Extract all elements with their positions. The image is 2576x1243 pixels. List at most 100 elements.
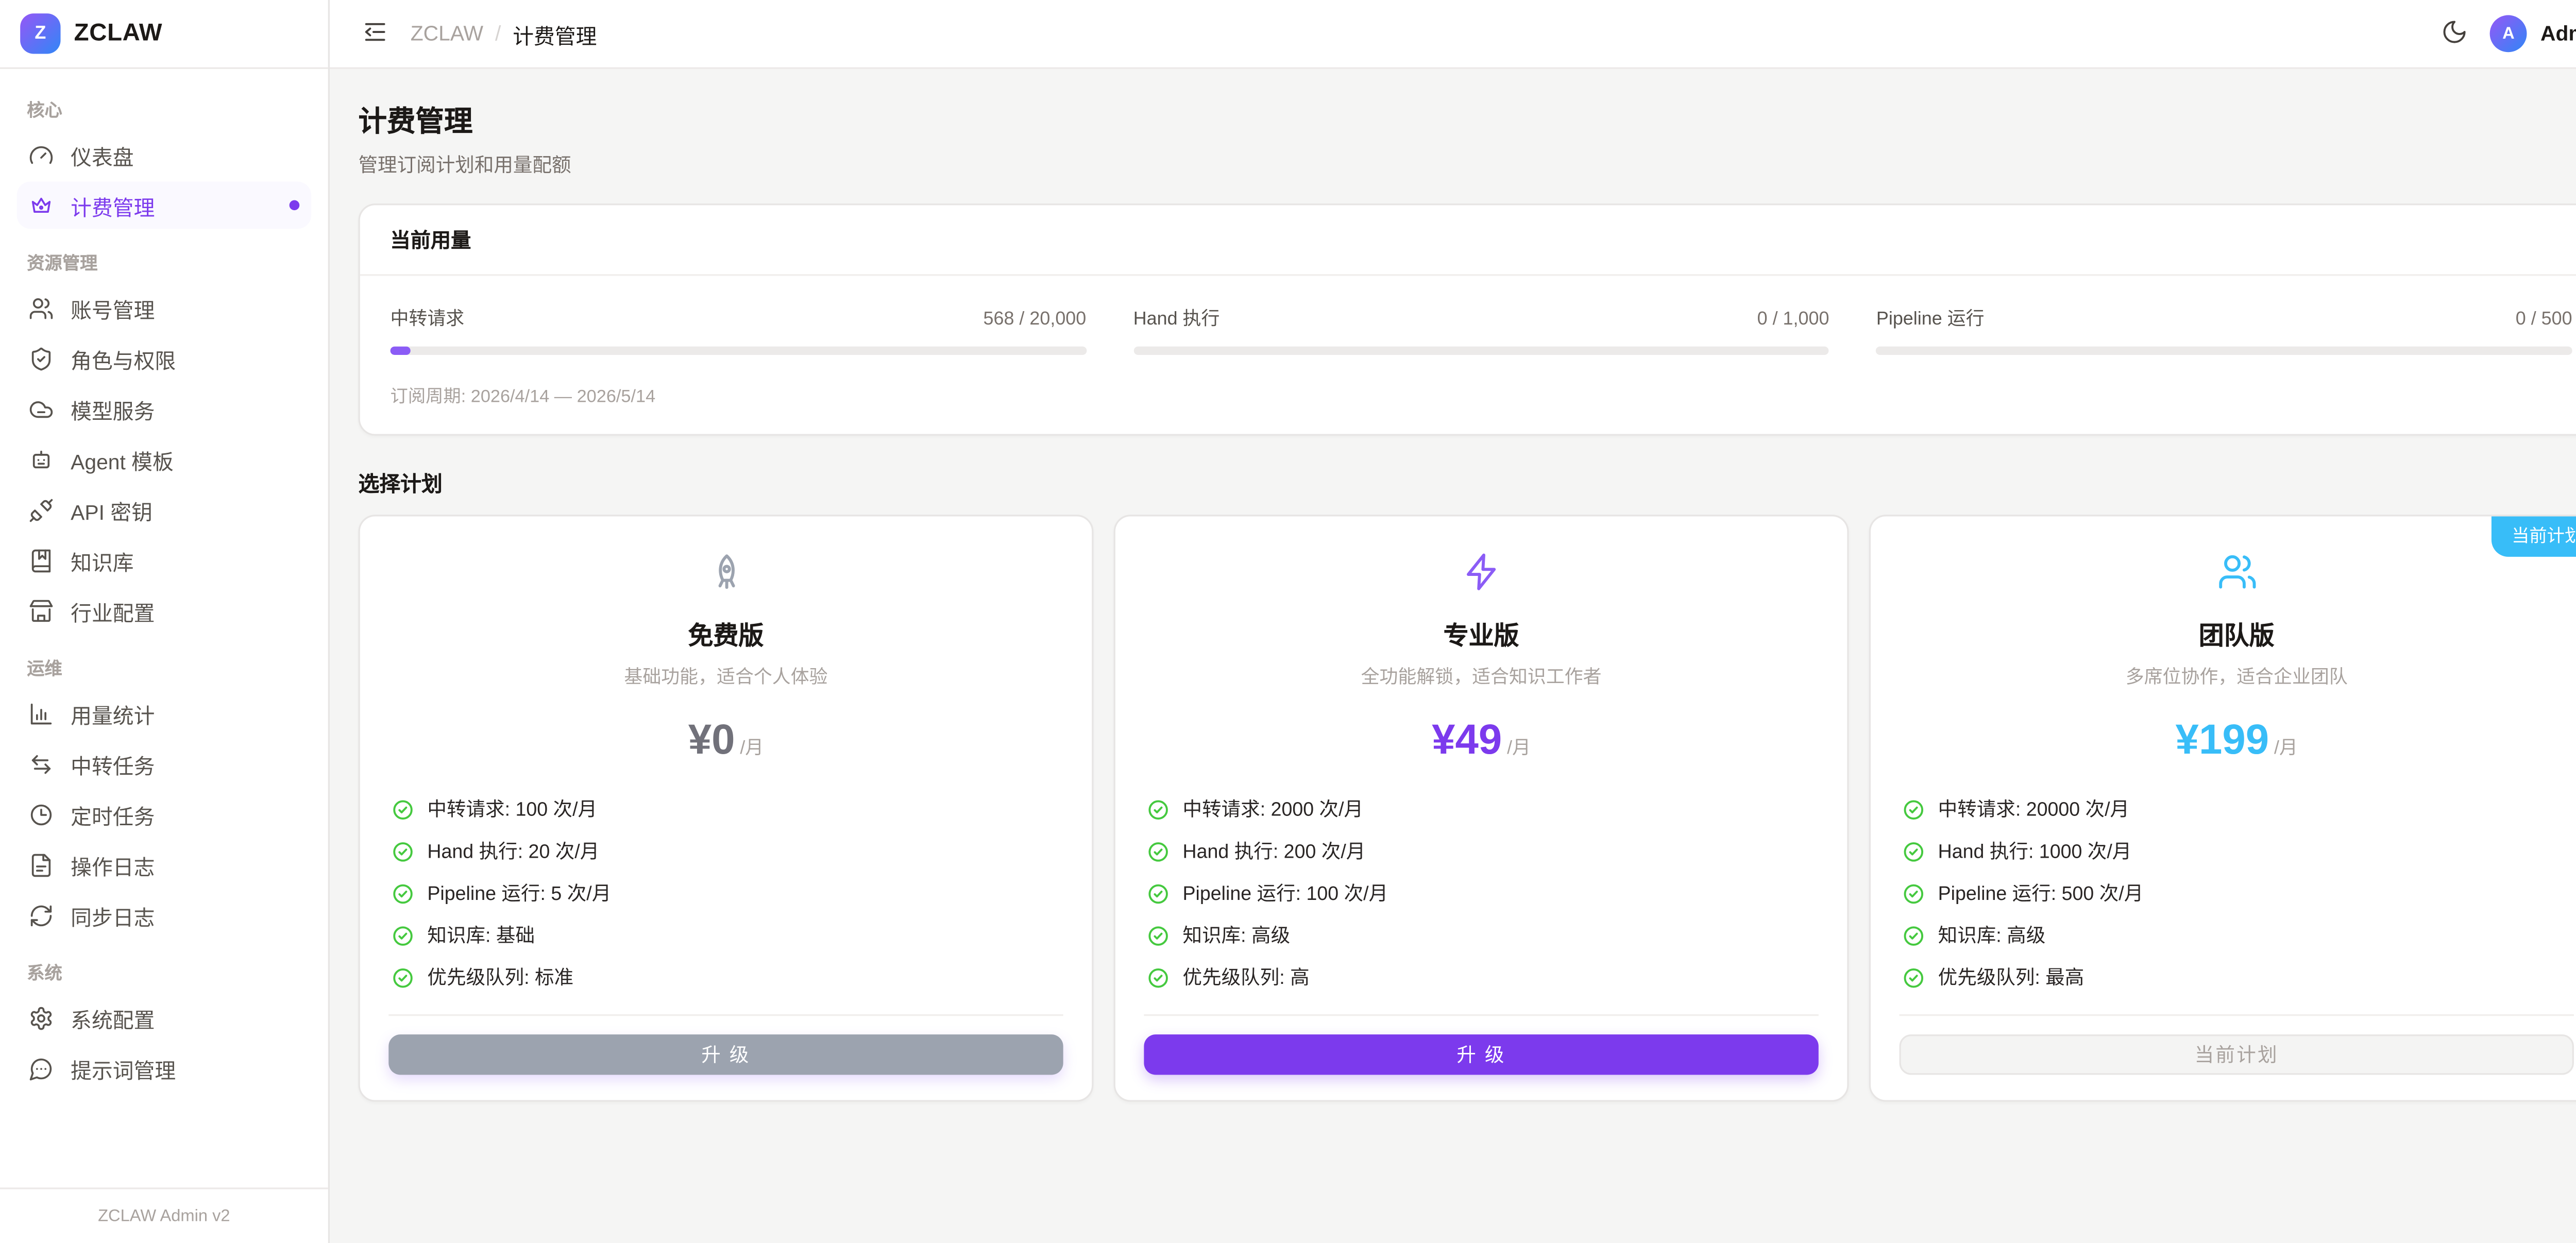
plan-feature-text: 知识库: 高级 (1183, 922, 1291, 948)
check-circle-icon (392, 798, 414, 820)
check-circle-icon (1903, 966, 1924, 988)
team-users-icon (2216, 552, 2257, 592)
sidebar-item-label: 定时任务 (71, 798, 155, 830)
message-icon (29, 1055, 54, 1081)
sidebar-nav: 核心仪表盘计费管理资源管理账号管理角色与权限模型服务Agent 模板API 密钥… (0, 69, 328, 1102)
plan-feature-text: 中转请求: 2000 次/月 (1183, 795, 1364, 822)
sidebar-item-label: 同步日志 (71, 899, 155, 931)
sidebar-item-label: 知识库 (71, 544, 134, 576)
progress-bar-fill (391, 347, 410, 355)
sidebar-item-label: 仪表盘 (71, 139, 134, 171)
breadcrumb-root-link[interactable]: ZCLAW (411, 22, 483, 45)
check-circle-icon (1903, 882, 1924, 904)
plan-name: 专业版 (1144, 617, 1818, 653)
plan-feature: 知识库: 基础 (392, 922, 1060, 948)
moon-icon (2441, 18, 2468, 49)
plan-price: ¥0/月 (388, 717, 1063, 765)
plan-feature-text: 中转请求: 100 次/月 (427, 795, 597, 822)
user-menu[interactable]: A Admin (2490, 15, 2576, 52)
sidebar-item[interactable]: 同步日志 (17, 892, 311, 939)
theme-toggle-button[interactable] (2441, 18, 2468, 49)
plan-feature-text: 优先级队列: 最高 (1938, 964, 2084, 991)
progress-bar-track (1133, 347, 1829, 355)
sidebar-item[interactable]: 行业配置 (17, 587, 311, 634)
check-circle-icon (392, 924, 414, 946)
plan-feature-text: Hand 执行: 200 次/月 (1183, 838, 1366, 864)
current-plan-badge: 当前计划 (2492, 516, 2576, 556)
plan-feature-text: 知识库: 基础 (427, 922, 535, 948)
sidebar-item-label: 用量统计 (71, 697, 155, 729)
breadcrumb: ZCLAW / 计费管理 (411, 18, 597, 49)
plan-divider (1900, 1014, 2574, 1016)
book-icon (29, 548, 54, 573)
plan-price: ¥199/月 (1900, 717, 2574, 765)
sidebar-item[interactable]: 角色与权限 (17, 335, 311, 382)
sidebar-item-label: 提示词管理 (71, 1052, 176, 1084)
brand-logo-letter: Z (35, 24, 46, 44)
plan-tagline: 基础功能，适合个人体验 (388, 663, 1063, 690)
sidebar-item[interactable]: API 密钥 (17, 486, 311, 533)
brand-logo: Z (20, 13, 60, 54)
nav-section-label: 运维 (27, 656, 301, 681)
crown-icon (29, 193, 54, 218)
sidebar-item-label: 行业配置 (71, 594, 155, 626)
active-indicator-dot (290, 200, 300, 211)
plan-card: 当前计划团队版多席位协作，适合企业团队¥199/月中转请求: 20000 次/月… (1869, 515, 2576, 1102)
plan-cards: 免费版基础功能，适合个人体验¥0/月中转请求: 100 次/月Hand 执行: … (359, 515, 2576, 1129)
zap-icon (1461, 552, 1501, 592)
check-circle-icon (1903, 798, 1924, 820)
plan-feature-list: 中转请求: 100 次/月Hand 执行: 20 次/月Pipeline 运行:… (388, 795, 1063, 991)
sidebar-item[interactable]: 提示词管理 (17, 1045, 311, 1092)
plan-feature: 优先级队列: 高 (1147, 964, 1815, 991)
sidebar-item[interactable]: 系统配置 (17, 994, 311, 1041)
sidebar-item[interactable]: 仪表盘 (17, 131, 311, 178)
plan-feature: 中转请求: 2000 次/月 (1147, 795, 1815, 822)
sidebar-item[interactable]: 用量统计 (17, 690, 311, 737)
upgrade-button[interactable]: 升 级 (388, 1034, 1063, 1075)
plan-feature-text: 知识库: 高级 (1938, 922, 2046, 948)
usage-meter-label: 中转请求 (391, 304, 465, 331)
plan-card: 专业版全功能解锁，适合知识工作者¥49/月中转请求: 2000 次/月Hand … (1114, 515, 1849, 1102)
sidebar-item[interactable]: Agent 模板 (17, 436, 311, 483)
sidebar-item[interactable]: 知识库 (17, 537, 311, 584)
plug-icon (29, 497, 54, 522)
sidebar-item[interactable]: 定时任务 (17, 791, 311, 838)
sidebar-item[interactable]: 操作日志 (17, 841, 311, 888)
plan-feature-text: Pipeline 运行: 5 次/月 (427, 880, 611, 907)
current-plan-button[interactable]: 当前计划 (1900, 1034, 2574, 1075)
shield-check-icon (29, 346, 54, 371)
usage-meter: Hand 执行0 / 1,000 (1133, 304, 1829, 355)
sidebar-item-label: 操作日志 (71, 848, 155, 880)
plan-divider (388, 1014, 1063, 1016)
user-name: Admin (2540, 22, 2576, 45)
file-text-icon (29, 852, 54, 877)
usage-card-body: 中转请求 568 / 20,000 Hand 执行0 / 1,000 Pipeline… (360, 276, 2576, 434)
check-circle-icon (392, 882, 414, 904)
sidebar-item[interactable]: 中转任务 (17, 740, 311, 787)
usage-meter: Pipeline 运行0 / 500 (1876, 304, 2572, 355)
nav-section-label: 核心 (27, 97, 301, 123)
app-root: Z ZCLAW 核心仪表盘计费管理资源管理账号管理角色与权限模型服务Agent … (0, 0, 2576, 1243)
check-circle-icon (392, 966, 414, 988)
usage-meter: 中转请求 568 / 20,000 (391, 304, 1087, 355)
gauge-icon (29, 142, 54, 167)
bar-chart-icon (29, 701, 54, 726)
sidebar-item[interactable]: 模型服务 (17, 385, 311, 432)
topbar: ZCLAW / 计费管理 A Admin (330, 0, 2576, 69)
usage-meter-value: 568 / 20,000 (984, 310, 1087, 330)
sidebar-item[interactable]: 计费管理 (17, 182, 311, 229)
panel-collapse-icon (362, 18, 388, 49)
check-circle-icon (1147, 798, 1169, 820)
content: 计费管理 管理订阅计划和用量配额 当前用量 中转请求568 / 20,000Ha… (330, 69, 2576, 1129)
current-usage-card: 当前用量 中转请求568 / 20,000Hand 执行0 / 1,000Pip… (359, 203, 2576, 436)
upgrade-button[interactable]: 升 级 (1144, 1034, 1818, 1075)
sidebar-item[interactable]: 账号管理 (17, 284, 311, 331)
plan-feature: 知识库: 高级 (1903, 922, 2570, 948)
check-circle-icon (1903, 840, 1924, 862)
sidebar-item-label: Agent 模板 (71, 443, 174, 475)
plan-name: 免费版 (388, 617, 1063, 653)
sidebar-item-label: 中转任务 (71, 747, 155, 779)
subscription-period: 订阅周期: 2026/4/14 — 2026/5/14 (391, 383, 2572, 408)
plan-feature-text: 优先级队列: 高 (1183, 964, 1310, 991)
sidebar-collapse-button[interactable] (362, 18, 388, 49)
